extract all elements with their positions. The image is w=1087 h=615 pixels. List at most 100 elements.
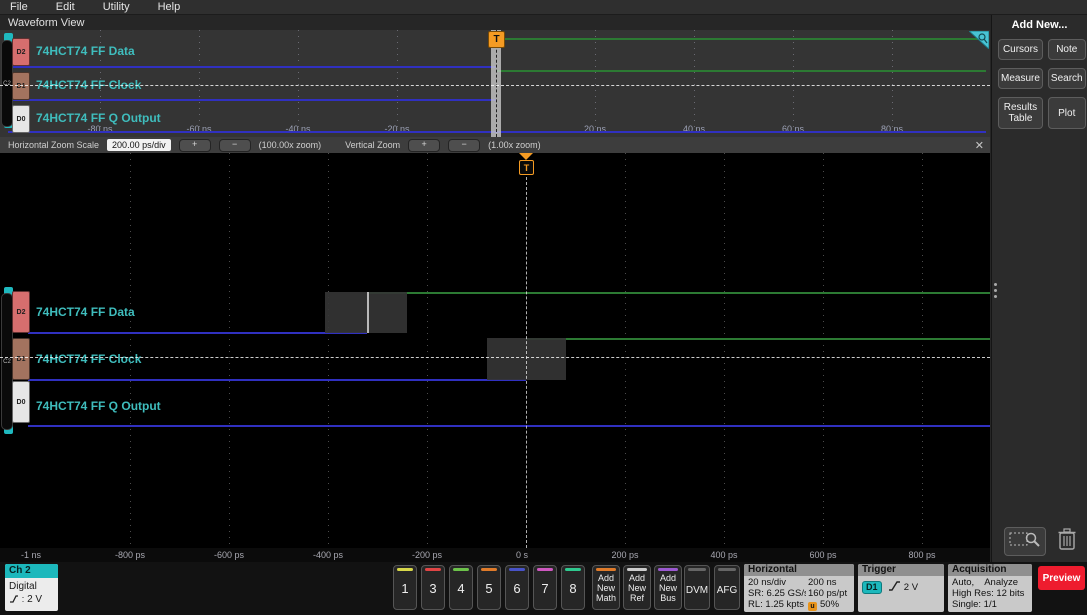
tab-waveform-view[interactable]: Waveform View	[8, 17, 84, 29]
h-zoom-minus-button[interactable]: −	[218, 138, 251, 152]
h-zoom-plus-button[interactable]: +	[178, 138, 211, 152]
channel-label-d0[interactable]: 74HCT74 FF Q Output	[36, 111, 161, 125]
channel-badge-d0[interactable]: D0	[12, 381, 30, 423]
trigger-position-marker[interactable]: T	[519, 160, 534, 175]
channel-color-stripe	[425, 568, 441, 571]
tick-label: 800 ps	[908, 550, 936, 560]
menu-item-utility[interactable]: Utility	[103, 1, 130, 13]
channel-badge-d1[interactable]: D1	[12, 72, 30, 100]
close-zoom-icon[interactable]: ✕	[975, 139, 984, 152]
dvm-button[interactable]: DVM	[684, 565, 710, 610]
addnew-button-label: Add New Ref	[627, 573, 646, 603]
button-color-stripe	[718, 568, 736, 571]
addnew-button-label: Add New Bus	[658, 573, 677, 603]
menu-item-file[interactable]: File	[10, 1, 28, 13]
zoom-select-button[interactable]	[1004, 527, 1046, 556]
channel-color-stripe	[481, 568, 497, 571]
afg-button-label: AFG	[716, 585, 738, 596]
v-zoom-plus-button[interactable]: +	[408, 138, 441, 152]
tick-label: 200 ps	[611, 550, 639, 560]
channel-badge-d1[interactable]: D1	[12, 338, 30, 380]
channel-8-button[interactable]: 8	[561, 565, 585, 610]
h-zoom-factor-label: (100.00x zoom)	[258, 140, 322, 150]
panel-resize-handle[interactable]	[994, 283, 997, 301]
tick-label: 0 s	[515, 550, 529, 560]
menu-bar: File Edit Utility Help	[0, 0, 1087, 15]
channel-button-label: 5	[485, 581, 493, 596]
button-color-stripe	[596, 568, 616, 571]
channel-6-button[interactable]: 6	[505, 565, 529, 610]
channel-label-d2[interactable]: 74HCT74 FF Data	[36, 305, 135, 319]
draw-a-zoom-corner-icon[interactable]	[969, 31, 989, 49]
channel-button-label: 4	[457, 581, 465, 596]
channel-1-button[interactable]: 1	[393, 565, 417, 610]
channel-2-badge[interactable]: Ch 2 Digital : 2 V	[5, 564, 58, 611]
transition-band	[325, 292, 407, 333]
edge-transition-line	[367, 292, 369, 333]
zoom-detail-panel[interactable]: T C2 D2 74HCT74 FF Data D1 74HCT74 FF Clock…	[0, 153, 990, 548]
channel-label-d1[interactable]: 74HCT74 FF Clock	[36, 352, 141, 366]
channel-5-button[interactable]: 5	[477, 565, 501, 610]
waveform-trace-low	[8, 99, 496, 101]
h-zoom-scale-label: Horizontal Zoom Scale	[8, 140, 100, 150]
add-new-math-button[interactable]: Add New Math	[592, 565, 620, 610]
tick-label: -200 ps	[411, 550, 443, 560]
trigger-level-line[interactable]	[0, 357, 990, 358]
trigger-marker-arrow-icon[interactable]	[519, 153, 533, 160]
add-plot-button[interactable]: Plot	[1047, 97, 1086, 129]
channel-button-label: 3	[429, 581, 437, 596]
v-zoom-minus-button[interactable]: −	[448, 138, 481, 152]
trigger-panel[interactable]: Trigger D1 2 V	[858, 564, 944, 612]
channel-7-button[interactable]: 7	[533, 565, 557, 610]
horizontal-value: u 50%	[808, 599, 850, 611]
channel-badge-d2[interactable]: D2	[12, 291, 30, 333]
waveform-overview-panel[interactable]: T C2 -80 ns -60 ns -40 ns -20 ns 20 ns 40 ns 6…	[0, 30, 990, 137]
add-new-ref-button[interactable]: Add New Ref	[623, 565, 651, 610]
channel-3-button[interactable]: 3	[421, 565, 445, 610]
gridline	[229, 153, 230, 548]
delete-button[interactable]	[1058, 528, 1076, 555]
horizontal-value: 20 ns/div	[748, 577, 787, 588]
add-search-button[interactable]: Search	[1047, 68, 1086, 89]
channel-color-stripe	[397, 568, 413, 571]
add-measure-button[interactable]: Measure	[998, 68, 1043, 89]
trigger-level: 2 V	[903, 582, 919, 593]
channel-button-label: 7	[541, 581, 549, 596]
v-zoom-factor-label: (1.00x zoom)	[488, 140, 541, 150]
trigger-position-line	[526, 177, 527, 548]
tick-label: -400 ps	[312, 550, 344, 560]
trigger-position-marker[interactable]: T	[488, 31, 505, 48]
channel-label-d0[interactable]: 74HCT74 FF Q Output	[36, 399, 161, 413]
waveform-trace-high	[367, 292, 990, 294]
trigger-source-badge: D1	[862, 581, 882, 594]
acquisition-panel[interactable]: Acquisition Auto, Analyze High Res: 12 bi…	[948, 564, 1032, 612]
zoom-select-icon	[1009, 532, 1040, 547]
tick-label: -1 ns	[20, 550, 42, 560]
acquisition-panel-title: Acquisition	[948, 564, 1032, 576]
addnew-button-label: Add New Math	[595, 573, 616, 603]
add-new-bus-button[interactable]: Add New Bus	[654, 565, 682, 610]
channel-badge-d2[interactable]: D2	[12, 38, 30, 66]
menu-item-edit[interactable]: Edit	[56, 1, 75, 13]
trigger-panel-title: Trigger	[858, 564, 944, 576]
add-cursors-button[interactable]: Cursors	[998, 39, 1043, 60]
channel-badge-d0[interactable]: D0	[12, 105, 30, 133]
afg-button[interactable]: AFG	[714, 565, 740, 610]
gridline	[298, 30, 299, 137]
v-zoom-label: Vertical Zoom	[345, 140, 401, 150]
gridline	[625, 153, 626, 548]
trigger-level-line[interactable]	[0, 85, 990, 86]
channel-4-button[interactable]: 4	[449, 565, 473, 610]
add-results-table-button[interactable]: Results Table	[998, 97, 1043, 129]
add-note-button[interactable]: Note	[1047, 39, 1086, 60]
h-zoom-scale-input[interactable]: 200.00 ps/div	[107, 139, 171, 151]
channel-label-d2[interactable]: 74HCT74 FF Data	[36, 44, 135, 58]
gridline	[823, 153, 824, 548]
menu-item-help[interactable]: Help	[158, 1, 181, 13]
horizontal-panel[interactable]: Horizontal 20 ns/div 200 ns SR: 6.25 GS/s 1…	[744, 564, 854, 612]
add-new-heading: Add New...	[1011, 19, 1068, 31]
horizontal-panel-title: Horizontal	[744, 564, 854, 576]
trigger-position-icon: u	[808, 602, 817, 611]
preview-button[interactable]: Preview	[1038, 566, 1085, 590]
channel-button-label: 6	[513, 581, 521, 596]
